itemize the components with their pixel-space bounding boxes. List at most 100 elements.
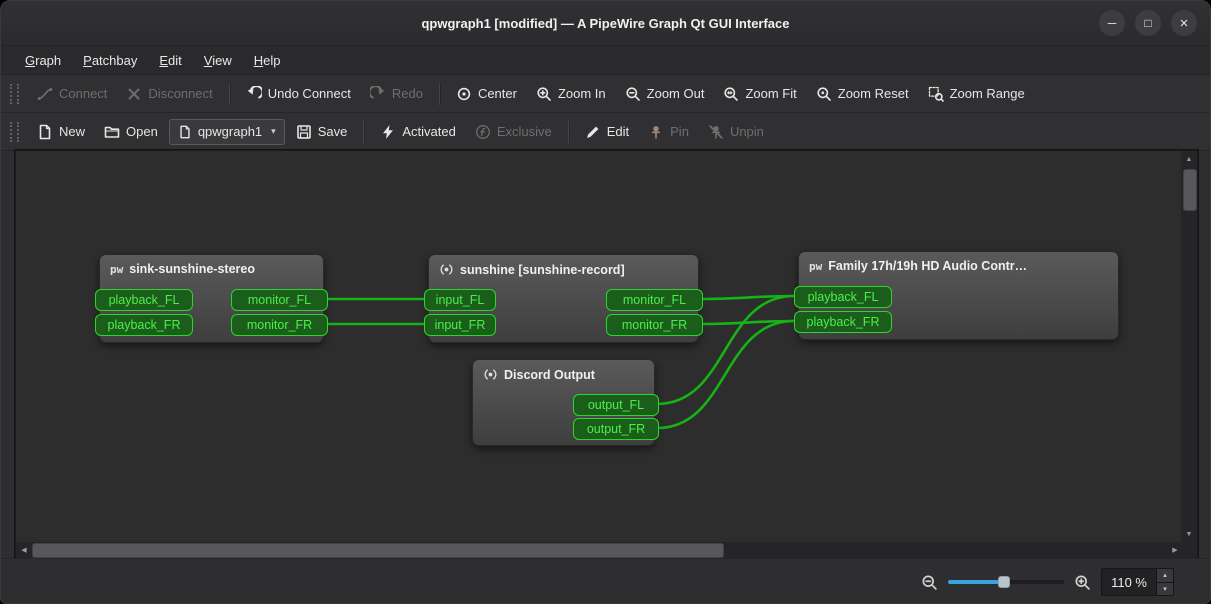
edit-toggle[interactable]: Edit — [577, 119, 637, 145]
lightning-icon — [380, 124, 396, 140]
pin-button[interactable]: Pin — [640, 119, 697, 145]
activated-toggle[interactable]: Activated — [372, 119, 463, 145]
menu-view[interactable]: View — [194, 49, 242, 72]
audio-record-icon — [439, 262, 454, 277]
graph-canvas[interactable]: pw sink-sunshine-stereo playback_FL play… — [16, 151, 1183, 542]
port-monitor-fl[interactable]: monitor_FL — [606, 289, 703, 311]
pipewire-icon: pw — [110, 263, 123, 276]
port-playback-fl[interactable]: playback_FL — [95, 289, 193, 311]
audio-record-icon — [483, 367, 498, 382]
zoom-out-icon — [625, 86, 641, 102]
close-button[interactable]: × — [1171, 10, 1197, 36]
window-controls: ─ □ × — [1099, 10, 1197, 36]
horizontal-scroll-handle[interactable] — [32, 543, 724, 558]
minimize-icon: ─ — [1108, 17, 1117, 29]
disconnect-icon — [126, 86, 142, 102]
toolbar-drag-handle[interactable] — [10, 84, 19, 104]
horizontal-scrollbar[interactable]: ◀ ▶ — [16, 542, 1183, 558]
zoom-slider[interactable] — [948, 574, 1064, 590]
zoom-fit-button[interactable]: Zoom Fit — [715, 81, 804, 107]
node-discord-output[interactable]: Discord Output output_FL output_FR — [472, 359, 655, 446]
pencil-icon — [585, 124, 601, 140]
port-playback-fr[interactable]: playback_FR — [95, 314, 193, 336]
titlebar[interactable]: qpwgraph1 [modified] — A PipeWire Graph … — [1, 1, 1210, 46]
connection-layer — [16, 151, 1183, 542]
redo-button[interactable]: Redo — [362, 81, 431, 107]
scroll-left-arrow[interactable]: ◀ — [16, 542, 32, 558]
canvas-frame: pw sink-sunshine-stereo playback_FL play… — [14, 149, 1199, 558]
undo-connect-button[interactable]: Undo Connect — [238, 81, 359, 107]
open-button[interactable]: Open — [96, 119, 166, 145]
port-playback-fr[interactable]: playback_FR — [794, 311, 892, 333]
window-title: qpwgraph1 [modified] — A PipeWire Graph … — [421, 16, 789, 31]
node-title: Discord Output — [504, 368, 595, 382]
menu-help[interactable]: Help — [244, 49, 291, 72]
graph-toolbar: Connect Disconnect Undo Connect Redo Cen… — [1, 75, 1210, 113]
zoom-reset-icon — [816, 86, 832, 102]
port-monitor-fr[interactable]: monitor_FR — [231, 314, 328, 336]
unpin-button[interactable]: Unpin — [700, 119, 772, 145]
slider-handle[interactable] — [998, 576, 1010, 588]
statusbar: 110 % ▴ ▾ — [1, 558, 1210, 604]
zoom-range-icon — [928, 86, 944, 102]
scroll-down-arrow[interactable]: ▼ — [1181, 526, 1197, 542]
minimize-button[interactable]: ─ — [1099, 10, 1125, 36]
close-icon: × — [1180, 16, 1189, 31]
center-button[interactable]: Center — [448, 81, 525, 107]
port-playback-fl[interactable]: playback_FL — [794, 286, 892, 308]
node-title: Family 17h/19h HD Audio Contr… — [828, 259, 1027, 273]
spin-down-arrow[interactable]: ▾ — [1157, 583, 1173, 596]
node-sink-sunshine-stereo[interactable]: pw sink-sunshine-stereo playback_FL play… — [99, 254, 324, 343]
spin-up-arrow[interactable]: ▴ — [1157, 569, 1173, 583]
zoom-out-icon[interactable] — [921, 574, 938, 591]
toolbar-drag-handle[interactable] — [10, 122, 19, 142]
port-monitor-fl[interactable]: monitor_FL — [231, 289, 328, 311]
menu-patchbay[interactable]: Patchbay — [73, 49, 147, 72]
toolbar-separator — [568, 121, 569, 143]
port-monitor-fr[interactable]: monitor_FR — [606, 314, 703, 336]
node-sunshine[interactable]: sunshine [sunshine-record] input_FL inpu… — [428, 254, 699, 343]
zoom-in-icon — [536, 86, 552, 102]
zoom-spinbox[interactable]: 110 % ▴ ▾ — [1101, 568, 1174, 596]
undo-icon — [246, 86, 262, 102]
exclusive-icon — [475, 124, 491, 140]
port-input-fr[interactable]: input_FR — [424, 314, 496, 336]
exclusive-toggle[interactable]: Exclusive — [467, 119, 560, 145]
port-output-fl[interactable]: output_FL — [573, 394, 659, 416]
port-output-fr[interactable]: output_FR — [573, 418, 659, 440]
cable-sunshine-monitor-fl-to-family-playback-fl[interactable] — [701, 296, 794, 299]
zoom-out-button[interactable]: Zoom Out — [617, 81, 713, 107]
unpin-icon — [708, 124, 724, 140]
menu-edit[interactable]: Edit — [149, 49, 191, 72]
connect-button[interactable]: Connect — [29, 81, 115, 107]
scrollbar-corner — [1181, 542, 1197, 558]
zoom-in-button[interactable]: Zoom In — [528, 81, 614, 107]
vertical-scroll-handle[interactable] — [1183, 169, 1197, 211]
zoom-reset-button[interactable]: Zoom Reset — [808, 81, 917, 107]
zoom-value[interactable]: 110 % — [1102, 569, 1156, 595]
menu-graph[interactable]: Graph — [15, 49, 71, 72]
scroll-up-arrow[interactable]: ▲ — [1181, 151, 1197, 167]
save-icon — [296, 124, 312, 140]
patchbay-selector[interactable]: qpwgraph1 ▾ — [169, 119, 285, 145]
save-button[interactable]: Save — [288, 119, 356, 145]
node-header: Discord Output — [473, 360, 654, 386]
node-header: pw sink-sunshine-stereo — [100, 255, 323, 280]
node-header: sunshine [sunshine-record] — [429, 255, 698, 281]
patchbay-toolbar: New Open qpwgraph1 ▾ Save Activated Excl… — [1, 113, 1210, 151]
zoom-range-button[interactable]: Zoom Range — [920, 81, 1033, 107]
maximize-button[interactable]: □ — [1135, 10, 1161, 36]
zoom-in-icon[interactable] — [1074, 574, 1091, 591]
center-icon — [456, 86, 472, 102]
vertical-scrollbar[interactable]: ▲ ▼ — [1181, 151, 1197, 542]
node-family-hd-audio[interactable]: pw Family 17h/19h HD Audio Contr… playba… — [798, 251, 1119, 340]
menubar: Graph Patchbay Edit View Help — [1, 46, 1210, 75]
toolbar-separator — [363, 121, 364, 143]
cable-sunshine-monitor-fr-to-family-playback-fr[interactable] — [701, 321, 794, 324]
port-input-fl[interactable]: input_FL — [424, 289, 496, 311]
node-header: pw Family 17h/19h HD Audio Contr… — [799, 252, 1118, 277]
disconnect-button[interactable]: Disconnect — [118, 81, 220, 107]
new-button[interactable]: New — [29, 119, 93, 145]
slider-fill — [948, 580, 1002, 584]
new-file-icon — [37, 124, 53, 140]
